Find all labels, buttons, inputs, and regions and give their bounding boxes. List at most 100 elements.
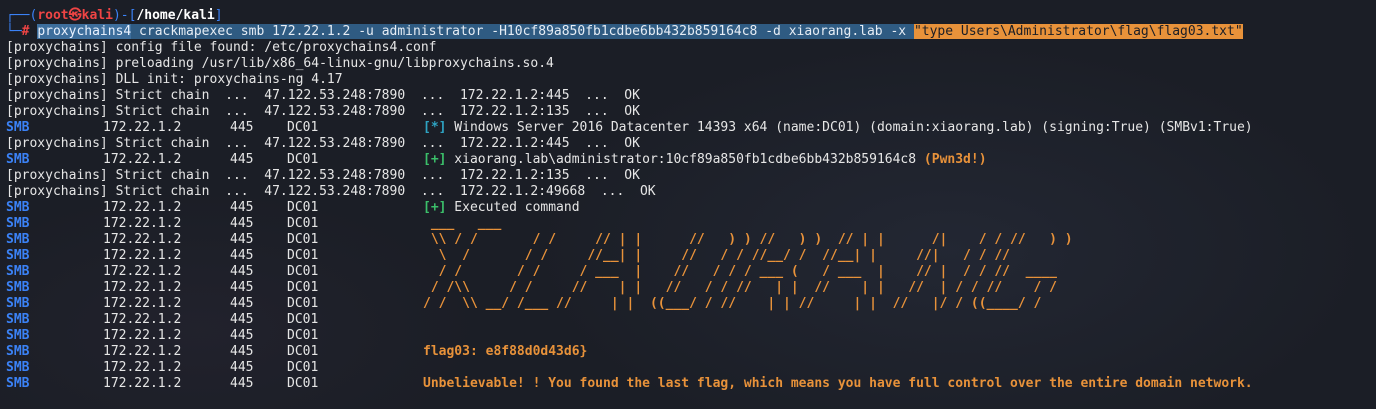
prompt-top: ┌──(root㉿kali)-[/home/kali] [6,8,223,23]
ascii-art-line: \ / / / //__| | // / / //__/ / //__| | /… [423,248,1010,263]
proxy-chain-line: [proxychains] Strict chain ... 47.122.53… [6,88,640,103]
command-line[interactable]: └─# proxychains4 crackmapexec smb 172.22… [6,24,1376,40]
smb-output-line: SMB 172.22.1.2 445 DC01 / / \\ __/ /___ // |… [6,296,1376,312]
smb-ip: 172.22.1.2 [103,232,182,247]
smb-output-line: SMB 172.22.1.2 445 DC01 flag03: e8f88d0d43d6… [6,344,1376,360]
smb-output-line: SMB 172.22.1.2 445 DC01 [6,360,1376,376]
smb-host: DC01 [287,120,319,135]
smb-output-line: SMB 172.22.1.2 445 DC01 [6,312,1376,328]
smb-host: DC01 [287,280,319,295]
smb-port: 445 [230,200,254,215]
proxy-chain-line: [proxychains] Strict chain ... 47.122.53… [6,184,656,199]
proxy-dll-line: [proxychains] DLL init: proxychains-ng 4… [6,72,343,87]
smb-host: DC01 [287,248,319,263]
smb-message: Unbelievable! ! You found the last flag,… [423,376,1253,392]
smb-message: [+] Executed command [423,200,580,216]
ascii-art-line: / / / / / ___ | // / / / ___ ( / ___ | /… [423,264,1057,279]
smb-message: \ / / / //__| | // / / //__/ / //__| | /… [423,248,1010,264]
smb-ip: 172.22.1.2 [103,248,182,263]
smb-label: SMB [6,200,30,215]
smb-host: DC01 [287,216,319,231]
message-text: xiaorang.lab\administrator:10cf89a850fb1… [446,152,924,167]
smb-host: DC01 [287,312,319,327]
proxy-chain-line: [proxychains] Strict chain ... 47.122.53… [6,136,640,151]
proxy-preload-line: [proxychains] preloading /usr/lib/x86_64… [6,56,554,71]
smb-host: DC01 [287,328,319,343]
smb-host: DC01 [287,296,319,311]
ascii-art-line: / /\\ / / // | | // / / // | | // | | //… [423,280,1057,295]
smb-message: flag03: e8f88d0d43d6} [423,344,587,360]
smb-host: DC01 [287,232,319,247]
smb-ip: 172.22.1.2 [103,280,182,295]
smb-ip: 172.22.1.2 [103,296,182,311]
smb-port: 445 [230,296,254,311]
smb-port: 445 [230,232,254,247]
smb-label: SMB [6,344,30,359]
smb-ip: 172.22.1.2 [103,312,182,327]
smb-label: SMB [6,280,30,295]
ascii-art-line: \\ / / / / // | | // ) ) // ) ) // | | /… [423,232,1073,247]
smb-message: [*] Windows Server 2016 Datacenter 14393… [423,120,1253,136]
smb-port: 445 [230,328,254,343]
smb-label: SMB [6,152,30,167]
smb-ip: 172.22.1.2 [103,344,182,359]
smb-host: DC01 [287,360,319,375]
smb-output-line: SMB 172.22.1.2 445 DC01 \ / / / //__| | // … [6,248,1376,264]
smb-label: SMB [6,120,30,135]
flag-text: Unbelievable! ! You found the last flag,… [423,376,1253,391]
smb-output-line: SMB 172.22.1.2 445 DC01 [*] Windows Server 2… [6,120,1376,136]
smb-label: SMB [6,312,30,327]
smb-message: / / / / / ___ | // / / / ___ ( / ___ | /… [423,264,1057,280]
smb-output-line: SMB 172.22.1.2 445 DC01 [+] Executed command [6,200,1376,216]
proxy-chain-line: [proxychains] Strict chain ... 47.122.53… [6,168,640,183]
smb-message: ___ ___ [423,216,501,232]
smb-message: \\ / / / / // | | // ) ) // ) ) // | | /… [423,232,1073,248]
smb-ip: 172.22.1.2 [103,152,182,167]
smb-label: SMB [6,264,30,279]
smb-port: 445 [230,120,254,135]
terminal-output: ┌──(root㉿kali)-[/home/kali] └─# proxycha… [6,8,1376,392]
skull-icon: ㉿ [68,8,82,23]
pwned-badge: (Pwn3d!) [923,152,987,167]
proxy-chain-line: [proxychains] Strict chain ... 47.122.53… [6,104,640,119]
smb-host: DC01 [287,200,319,215]
smb-port: 445 [230,280,254,295]
ascii-art-line: / / \\ __/ /___ // | | ((___/ / // | | /… [423,296,1042,311]
smb-host: DC01 [287,376,319,391]
smb-ip: 172.22.1.2 [103,360,182,375]
message-text: Windows Server 2016 Datacenter 14393 x64… [446,120,1253,135]
smb-ip: 172.22.1.2 [103,216,182,231]
smb-message: [+] xiaorang.lab\administrator:10cf89a85… [423,152,987,168]
ascii-art-line: ___ ___ [423,216,502,231]
smb-port: 445 [230,152,254,167]
smb-output-line: SMB 172.22.1.2 445 DC01 \\ / / / / // | | /… [6,232,1376,248]
smb-label: SMB [6,216,30,231]
smb-ip: 172.22.1.2 [103,264,182,279]
smb-ip: 172.22.1.2 [103,200,182,215]
output-rows: [proxychains] Strict chain ... 47.122.53… [6,88,1376,392]
smb-port: 445 [230,216,254,231]
smb-label: SMB [6,328,30,343]
smb-port: 445 [230,248,254,263]
smb-port: 445 [230,376,254,391]
smb-output-line: SMB 172.22.1.2 445 DC01 / / / / / ___ | // … [6,264,1376,280]
status-tag: [+] [423,152,447,167]
smb-host: DC01 [287,264,319,279]
smb-host: DC01 [287,152,319,167]
flag-text: flag03: e8f88d0d43d6} [423,344,588,359]
smb-message: / /\\ / / // | | // / / // | | // | | //… [423,280,1057,296]
status-tag: [+] [423,200,447,215]
smb-label: SMB [6,232,30,247]
proxy-config-line: [proxychains] config file found: /etc/pr… [6,40,437,55]
smb-ip: 172.22.1.2 [103,120,182,135]
smb-port: 445 [230,360,254,375]
smb-output-line: SMB 172.22.1.2 445 DC01 Unbelievable! ! You … [6,376,1376,392]
smb-label: SMB [6,248,30,263]
smb-port: 445 [230,264,254,279]
smb-output-line: SMB 172.22.1.2 445 DC01 [6,328,1376,344]
smb-output-line: SMB 172.22.1.2 445 DC01 ___ ___ [6,216,1376,232]
smb-label: SMB [6,376,30,391]
smb-host: DC01 [287,344,319,359]
smb-output-line: SMB 172.22.1.2 445 DC01 [+] xiaorang.lab\adm… [6,152,1376,168]
smb-output-line: SMB 172.22.1.2 445 DC01 / /\\ / / // | | //… [6,280,1376,296]
